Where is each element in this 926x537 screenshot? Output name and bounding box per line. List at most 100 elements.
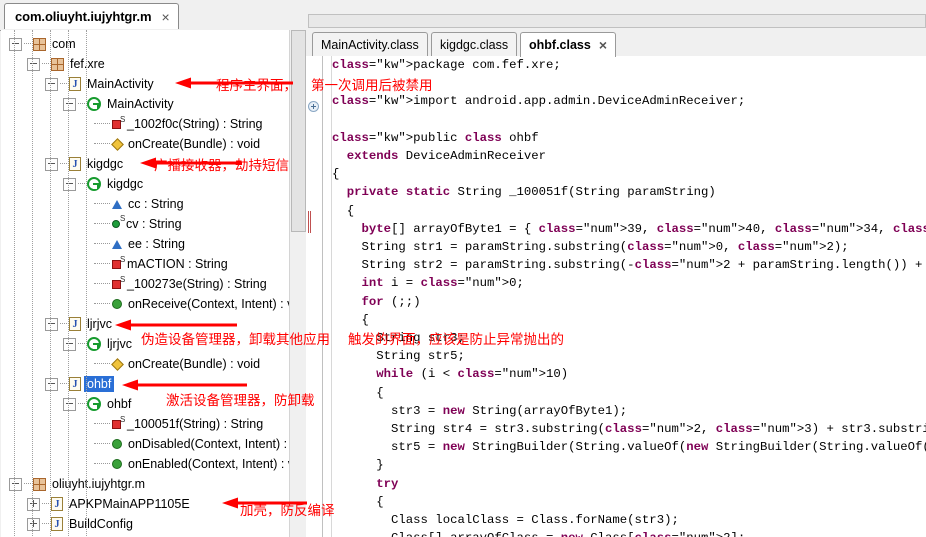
expand-icon[interactable] bbox=[27, 497, 40, 511]
tree-connector bbox=[94, 243, 110, 245]
tree-node[interactable]: onCreate(Bundle) : void bbox=[1, 354, 289, 374]
tree-node[interactable]: J APKPMainAPP1105E bbox=[1, 494, 289, 514]
field-triangle-icon bbox=[112, 200, 122, 209]
editor-tab-ohbf-class[interactable]: ohbf.class × bbox=[520, 32, 617, 57]
code-line: String str4 = str3.substring(class="num"… bbox=[332, 422, 926, 437]
tree-connector bbox=[94, 363, 110, 365]
tree-node-label: ee : String bbox=[128, 237, 185, 251]
package-icon bbox=[33, 37, 46, 51]
code-editor[interactable]: class="kw">package com.fef.xre; class="k… bbox=[306, 56, 926, 537]
code-line: String str2 = paramString.substring(-cla… bbox=[332, 258, 923, 273]
code-line: { bbox=[332, 494, 384, 509]
collapse-icon[interactable] bbox=[27, 57, 40, 71]
collapse-icon[interactable] bbox=[45, 77, 58, 91]
tree-node-label: MainActivity bbox=[87, 77, 154, 91]
left-scrollbar-thumb[interactable] bbox=[291, 30, 306, 232]
collapse-icon[interactable] bbox=[63, 177, 76, 191]
tree-node[interactable]: ljrjvc bbox=[1, 334, 289, 354]
close-icon[interactable]: × bbox=[161, 10, 169, 24]
tree-node[interactable]: ee : String bbox=[1, 234, 289, 254]
tree-connector bbox=[60, 163, 67, 165]
code-line: { bbox=[332, 385, 384, 400]
tree-node-label: cc : String bbox=[128, 197, 184, 211]
code-line: String str1 = paramString.substring(clas… bbox=[332, 240, 849, 255]
tree-node[interactable]: _100273e(String) : String bbox=[1, 274, 289, 294]
left-vertical-scrollbar[interactable] bbox=[289, 30, 306, 537]
collapse-icon[interactable] bbox=[9, 477, 22, 491]
tree-connector bbox=[60, 323, 67, 325]
collapse-icon[interactable] bbox=[63, 337, 76, 351]
tree-connector bbox=[42, 63, 49, 65]
left-tab-project[interactable]: com.oliuyht.iujyhtgr.m × bbox=[4, 3, 179, 29]
tree-connector bbox=[42, 523, 49, 525]
tree-node[interactable]: kigdgc bbox=[1, 174, 289, 194]
collapse-icon[interactable] bbox=[63, 97, 76, 111]
tree-node[interactable]: onDisabled(Context, Intent) : v bbox=[1, 434, 289, 454]
class-icon bbox=[87, 337, 101, 351]
tree-node[interactable]: Jljrjvc bbox=[1, 314, 289, 334]
field-triangle-icon bbox=[112, 240, 122, 249]
tree-node[interactable]: fef.xre bbox=[1, 54, 289, 74]
package-icon bbox=[51, 57, 64, 71]
tree-node-label: APKPMainAPP1105E bbox=[69, 497, 190, 511]
tree-node[interactable]: J MainActivity bbox=[1, 74, 289, 94]
class-tree[interactable]: com fef.xre J MainActivity MainActivity _1002… bbox=[1, 30, 290, 537]
java-file-icon: J bbox=[69, 77, 81, 91]
code-line: String str3; bbox=[332, 331, 465, 346]
tree-node[interactable]: cv : String bbox=[1, 214, 289, 234]
tree-node[interactable]: oliuyht.iujyhtgr.m bbox=[1, 474, 289, 494]
fold-expand-icon[interactable] bbox=[308, 101, 319, 112]
close-icon[interactable]: × bbox=[599, 38, 607, 52]
tree-node[interactable]: _1002f0c(String) : String bbox=[1, 114, 289, 134]
tree-node-label: oliuyht.iujyhtgr.m bbox=[52, 477, 146, 491]
java-file-icon: J bbox=[69, 317, 81, 331]
editor-horizontal-scrollbar[interactable] bbox=[308, 14, 926, 28]
tree-node[interactable]: J BuildConfig bbox=[1, 514, 289, 534]
tree-connector bbox=[42, 503, 49, 505]
collapse-icon[interactable] bbox=[45, 377, 58, 391]
code-line: { bbox=[332, 167, 340, 182]
tree-node[interactable]: Jkigdgc bbox=[1, 154, 289, 174]
tree-node[interactable]: onCreate(Bundle) : void bbox=[1, 134, 289, 154]
static-field-icon bbox=[112, 275, 125, 289]
method-diamond-icon bbox=[111, 137, 124, 151]
editor-folding-column bbox=[323, 56, 332, 537]
application-window: com.oliuyht.iujyhtgr.m × com fef.xre J Main… bbox=[0, 0, 926, 537]
tree-node-label: onReceive(Context, Intent) : vo bbox=[128, 297, 290, 311]
editor-tab-kigdgc-class[interactable]: kigdgc.class bbox=[431, 32, 518, 56]
code-line: extends DeviceAdminReceiver bbox=[346, 149, 547, 164]
tree-node-label: fef.xre bbox=[70, 57, 105, 71]
static-green-field-icon bbox=[112, 214, 125, 228]
tree-node[interactable]: ohbf bbox=[1, 394, 289, 414]
code-line: while (i < class="num">10) bbox=[376, 367, 569, 382]
collapse-icon[interactable] bbox=[63, 397, 76, 411]
tree-connector bbox=[94, 223, 110, 225]
code-content[interactable]: class="kw">package com.fef.xre; class="k… bbox=[332, 56, 926, 537]
editor-tab-mainactivity-class[interactable]: MainActivity.class bbox=[312, 32, 428, 56]
tree-connector bbox=[60, 383, 67, 385]
editor-gutter[interactable] bbox=[306, 56, 323, 537]
static-field-icon bbox=[112, 255, 125, 269]
tree-guide-line bbox=[32, 30, 33, 537]
tree-connector bbox=[78, 343, 85, 345]
collapse-icon[interactable] bbox=[45, 157, 58, 171]
collapse-icon[interactable] bbox=[45, 317, 58, 331]
tree-connector bbox=[94, 203, 110, 205]
tree-node[interactable]: mACTION : String bbox=[1, 254, 289, 274]
tree-node[interactable]: com bbox=[1, 34, 289, 54]
tree-node[interactable]: onReceive(Context, Intent) : vo bbox=[1, 294, 289, 314]
collapse-icon[interactable] bbox=[9, 37, 22, 51]
tree-node[interactable]: onEnabled(Context, Intent) : vo bbox=[1, 454, 289, 474]
tree-node[interactable]: Johbf bbox=[1, 374, 289, 394]
tree-connector bbox=[94, 263, 110, 265]
tree-node[interactable]: _100051f(String) : String bbox=[1, 414, 289, 434]
expand-icon[interactable] bbox=[27, 517, 40, 531]
tree-node[interactable]: cc : String bbox=[1, 194, 289, 214]
static-field-icon bbox=[112, 115, 125, 129]
tree-connector bbox=[94, 283, 110, 285]
package-icon bbox=[33, 477, 46, 491]
java-file-icon: J bbox=[69, 377, 81, 391]
code-line: byte[] arrayOfByte1 = { class="num">39, … bbox=[361, 221, 926, 236]
tree-connector bbox=[94, 123, 110, 125]
tree-node[interactable]: MainActivity bbox=[1, 94, 289, 114]
